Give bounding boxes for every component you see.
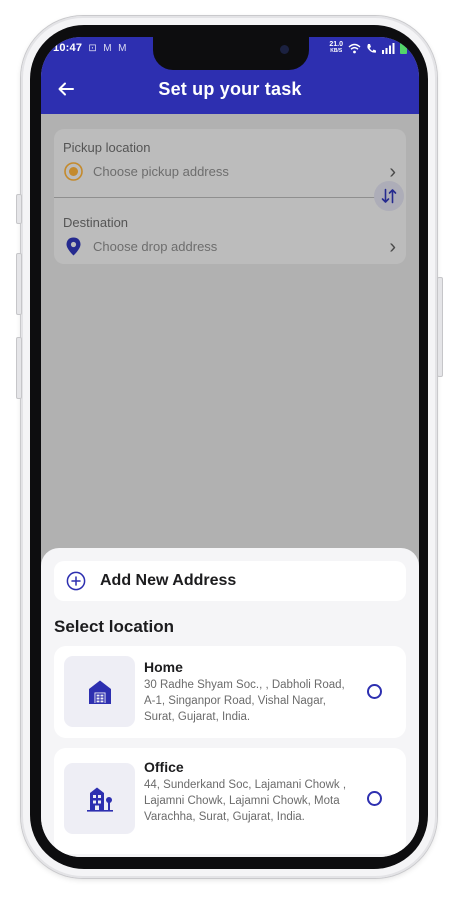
side-button-power (437, 277, 443, 377)
add-new-address-label: Add New Address (100, 572, 237, 589)
route-card: Pickup location Choose pickup address › … (54, 129, 406, 264)
address-radio-home[interactable] (367, 684, 382, 699)
pickup-label: Pickup location (63, 140, 151, 155)
address-icon-tile (64, 763, 135, 834)
call-icon (367, 43, 376, 53)
office-icon (86, 787, 113, 812)
display-notch (153, 37, 309, 70)
pickup-field[interactable]: Choose pickup address (63, 161, 229, 182)
status-bar-left: 10:47 ⊡ M M (53, 42, 127, 54)
home-icon (88, 680, 111, 704)
destination-placeholder: Choose drop address (93, 239, 218, 254)
signal-icon (382, 42, 395, 54)
destination-field[interactable]: Choose drop address (63, 236, 217, 257)
network-speed-unit: KB/S (330, 48, 343, 54)
side-button-volume-down (16, 337, 22, 399)
battery-icon (400, 42, 407, 54)
select-location-sheet: Add New Address Select location Home 30 … (41, 548, 419, 857)
side-button-volume-up (16, 253, 22, 315)
app-screen: 10:47 ⊡ M M 21.0 KB/S Set up your task P… (41, 37, 419, 857)
route-divider (54, 197, 388, 198)
section-title: Select location (54, 617, 174, 636)
location-pin-icon (66, 237, 81, 256)
instagram-icon: ⊡ (88, 43, 97, 54)
app-header: 10:47 ⊡ M M 21.0 KB/S Set up your task (41, 37, 419, 114)
address-name: Office (144, 759, 184, 775)
address-card-office[interactable]: Office 44, Sunderkand Soc, Lajamani Chow… (54, 748, 406, 854)
network-speed-value: 21.0 (329, 41, 343, 48)
network-speed: 21.0 KB/S (329, 41, 343, 55)
address-radio-office[interactable] (367, 791, 382, 806)
gmail-icon: M (118, 43, 127, 54)
gmail-icon: M (103, 43, 112, 54)
status-bar-right: 21.0 KB/S (329, 41, 407, 55)
add-new-address-button[interactable]: Add New Address (54, 561, 406, 601)
address-text: 44, Sunderkand Soc, Lajamani Chowk , Laj… (144, 779, 347, 823)
pickup-chevron-icon[interactable]: › (389, 162, 396, 182)
swap-arrows-icon (381, 188, 397, 204)
front-camera (280, 45, 289, 54)
address-name: Home (144, 659, 183, 675)
wifi-icon (348, 43, 361, 53)
side-button-silent (16, 194, 22, 224)
address-text: 30 Radhe Shyam Soc., , Dabholi Road, A-1… (144, 679, 345, 723)
destination-chevron-icon[interactable]: › (389, 237, 396, 257)
add-circle-icon (66, 571, 86, 591)
destination-label: Destination (63, 215, 129, 230)
pickup-marker-icon (64, 162, 83, 181)
address-card-home[interactable]: Home 30 Radhe Shyam Soc., , Dabholi Road… (54, 646, 406, 738)
page-title: Set up your task (158, 79, 302, 99)
swap-locations-button[interactable] (374, 181, 404, 211)
status-time: 10:47 (53, 42, 83, 54)
address-icon-tile (64, 656, 135, 727)
pickup-placeholder: Choose pickup address (93, 164, 229, 179)
